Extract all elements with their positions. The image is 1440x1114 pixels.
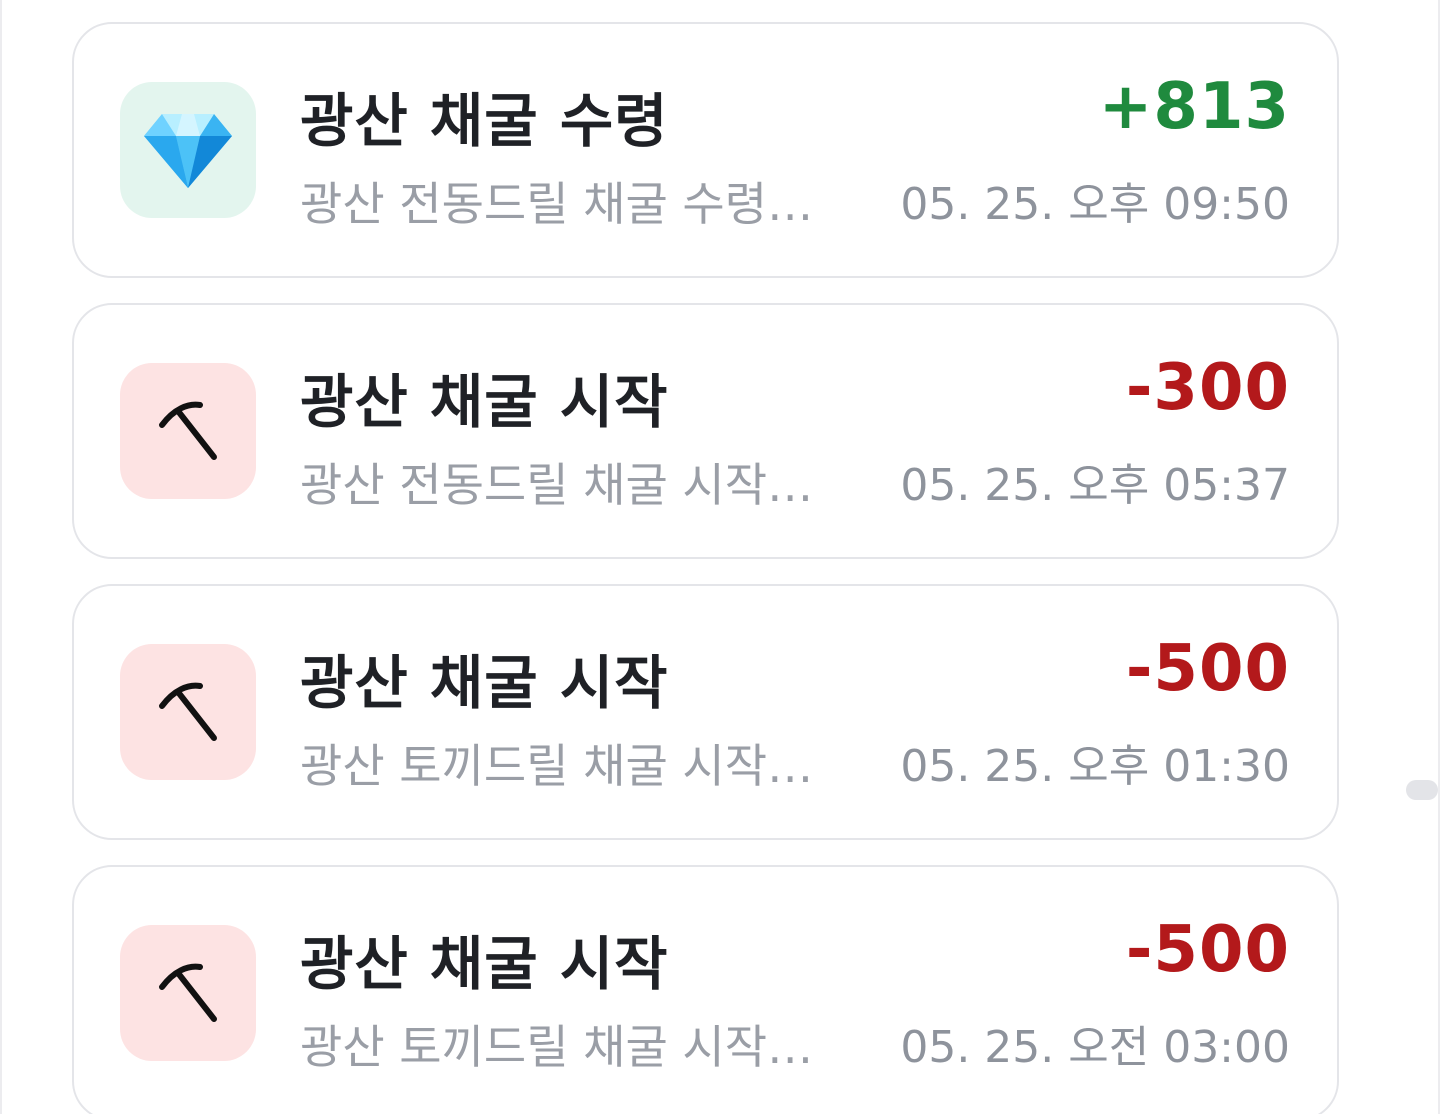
transaction-time: 05. 25. 오후 05:37 [900, 460, 1290, 511]
transaction-description: 광산 토끼드릴 채굴 시작… [300, 1020, 814, 1074]
transaction-description: 광산 토끼드릴 채굴 시작… [300, 739, 814, 793]
transaction-title: 광산 채굴 시작 [300, 368, 669, 436]
transaction-item[interactable]: 광산 채굴 시작 -300 광산 전동드릴 채굴 시작… 05. 25. 오후 … [72, 303, 1339, 559]
pickaxe-icon [159, 682, 217, 741]
transaction-time: 05. 25. 오전 03:00 [900, 1022, 1290, 1073]
transaction-icon-box [120, 363, 256, 499]
pickaxe-icon [159, 963, 217, 1022]
transaction-title: 광산 채굴 시작 [300, 649, 669, 717]
transaction-history-page: 광산 채굴 수령 +813 광산 전동드릴 채굴 수령… 05. 25. 오후 … [0, 0, 1440, 1114]
transaction-amount: -500 [1125, 913, 1290, 987]
transaction-description: 광산 전동드릴 채굴 시작… [300, 458, 814, 512]
transaction-item[interactable]: 광산 채굴 시작 -500 광산 토끼드릴 채굴 시작… 05. 25. 오전 … [72, 865, 1339, 1114]
diamond-icon [144, 114, 232, 188]
pickaxe-icon [159, 401, 217, 460]
transaction-icon-box [120, 644, 256, 780]
transaction-description: 광산 전동드릴 채굴 수령… [300, 177, 814, 231]
transaction-title: 광산 채굴 수령 [300, 87, 669, 155]
scroll-handle[interactable] [1406, 780, 1438, 800]
transaction-time: 05. 25. 오후 09:50 [900, 179, 1290, 230]
left-divider [0, 0, 2, 1114]
transaction-list: 광산 채굴 수령 +813 광산 전동드릴 채굴 수령… 05. 25. 오후 … [72, 22, 1339, 1114]
transaction-time: 05. 25. 오후 01:30 [900, 741, 1290, 792]
transaction-amount: -500 [1125, 632, 1290, 706]
transaction-title: 광산 채굴 시작 [300, 930, 669, 998]
transaction-item[interactable]: 광산 채굴 수령 +813 광산 전동드릴 채굴 수령… 05. 25. 오후 … [72, 22, 1339, 278]
transaction-amount: -300 [1125, 351, 1290, 425]
transaction-icon-box [120, 925, 256, 1061]
transaction-item[interactable]: 광산 채굴 시작 -500 광산 토끼드릴 채굴 시작… 05. 25. 오후 … [72, 584, 1339, 840]
transaction-icon-box [120, 82, 256, 218]
transaction-amount: +813 [1098, 70, 1290, 144]
